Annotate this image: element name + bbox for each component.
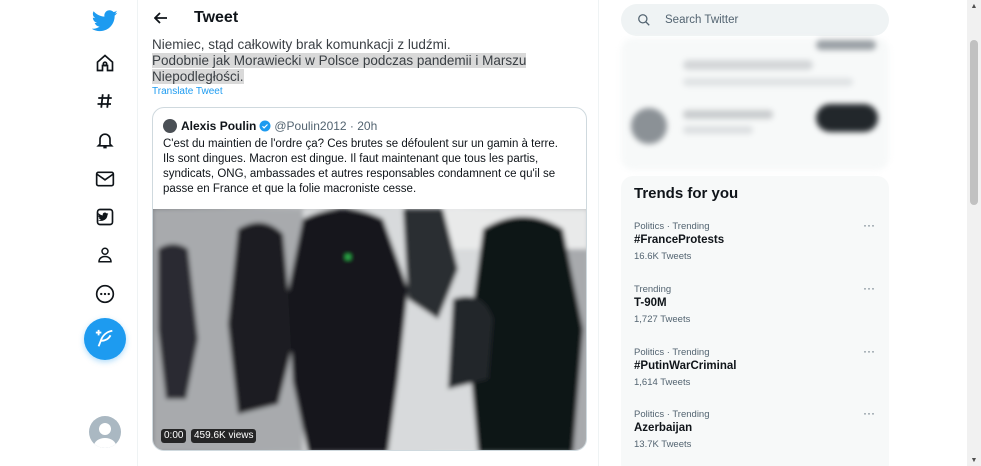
trends-title: Trends for you	[634, 185, 739, 202]
trend-count: 1,614 Tweets	[634, 377, 691, 388]
search-input[interactable]	[665, 14, 865, 26]
search-box[interactable]	[621, 4, 889, 36]
trend-item[interactable]: Trending T-90M 1,727 Tweets ···	[621, 282, 889, 346]
trend-meta: Politics · Trending	[634, 347, 710, 358]
trend-item[interactable]: Politics · Trending Azerbaijan 13.7K Twe…	[621, 407, 889, 466]
quoted-text-line: syndicats, ONG, ambassades et autres res…	[163, 168, 556, 180]
translate-tweet-link[interactable]: Translate Tweet	[152, 86, 223, 97]
more-circle-icon[interactable]	[90, 279, 120, 309]
scroll-down-arrow-icon[interactable]: ▼	[967, 454, 981, 466]
scroll-up-arrow-icon[interactable]: ▲	[967, 0, 981, 12]
tweet-text-line-highlighted: Niepodległości.	[152, 69, 244, 84]
trends-panel: Trends for you Politics · Trending #Fran…	[621, 176, 889, 466]
twitter-page: Tweet Niemiec, stąd całkowity brak komun…	[0, 0, 981, 466]
trend-item[interactable]: Politics · Trending #PutinWarCriminal 1,…	[621, 345, 889, 409]
account-avatar[interactable]	[89, 416, 121, 448]
verified-badge-icon	[259, 120, 271, 132]
page-scrollbar[interactable]: ▲ ▼	[967, 0, 981, 466]
quoted-text-line: Ils sont dingues. Macron est dingue. Il …	[163, 153, 539, 165]
twitter-logo-icon[interactable]	[90, 6, 120, 36]
more-options-icon[interactable]: ···	[861, 219, 877, 233]
trend-item[interactable]: Politics · Trending #FranceProtests 16.6…	[621, 219, 889, 283]
tweet-text-line: Niemiec, stąd całkowity brak komunkacji …	[152, 37, 451, 52]
quoted-tweet-header: Alexis Poulin @Poulin2012 · 20h	[163, 118, 377, 134]
quoted-author-avatar[interactable]	[163, 119, 177, 133]
quoted-tweet-text: C'est du maintien de l'ordre ça? Ces bru…	[163, 137, 573, 197]
more-options-icon[interactable]: ···	[861, 345, 877, 359]
trend-count: 13.7K Tweets	[634, 439, 692, 450]
feather-plus-icon	[95, 329, 113, 347]
trend-count: 16.6K Tweets	[634, 251, 692, 262]
back-arrow-icon[interactable]	[152, 9, 170, 27]
compose-tweet-button[interactable]	[84, 318, 126, 360]
video-views: 459.6K views	[191, 429, 257, 443]
video-timestamp: 0:00	[161, 429, 187, 443]
more-options-icon[interactable]: ···	[861, 407, 877, 421]
quoted-tweet-card[interactable]: Alexis Poulin @Poulin2012 · 20h C'est du…	[152, 107, 587, 451]
tweet-detail-column: Tweet Niemiec, stąd całkowity brak komun…	[137, 0, 599, 466]
tweet-text-line-highlighted: Podobnie jak Morawiecki w Polsce podczas…	[152, 53, 527, 68]
trend-meta: Trending	[634, 284, 672, 295]
tweet-header: Tweet	[138, 0, 598, 36]
notifications-bell-icon[interactable]	[90, 125, 120, 155]
profile-person-icon[interactable]	[90, 240, 120, 270]
blurred-suggestions-card	[621, 38, 889, 170]
more-options-icon[interactable]: ···	[861, 282, 877, 296]
quoted-author-handle-time[interactable]: @Poulin2012 · 20h	[274, 119, 377, 133]
trend-name: Azerbaijan	[634, 422, 693, 434]
messages-envelope-icon[interactable]	[90, 164, 120, 194]
bookmarks-icon[interactable]	[90, 202, 120, 232]
video-player[interactable]: 0:00 459.6K views	[153, 209, 586, 450]
trend-name: #PutinWarCriminal	[634, 360, 737, 372]
trend-count: 1,727 Tweets	[634, 314, 691, 325]
tweet-body: Niemiec, stąd całkowity brak komunkacji …	[152, 37, 572, 85]
page-title: Tweet	[194, 9, 239, 26]
quoted-text-line: passe en France et que la folie macronis…	[163, 183, 417, 195]
scrollbar-thumb[interactable]	[970, 40, 978, 205]
explore-hashtag-icon[interactable]	[90, 86, 120, 116]
trend-name: #FranceProtests	[634, 234, 725, 246]
video-frame	[153, 209, 586, 450]
trend-meta: Politics · Trending	[634, 409, 710, 420]
trend-meta: Politics · Trending	[634, 221, 710, 232]
search-icon	[638, 14, 650, 26]
home-icon[interactable]	[90, 48, 120, 78]
trend-name: T-90M	[634, 297, 667, 309]
quoted-author-name[interactable]: Alexis Poulin	[181, 119, 256, 133]
quoted-text-line: C'est du maintien de l'ordre ça? Ces bru…	[163, 138, 558, 150]
